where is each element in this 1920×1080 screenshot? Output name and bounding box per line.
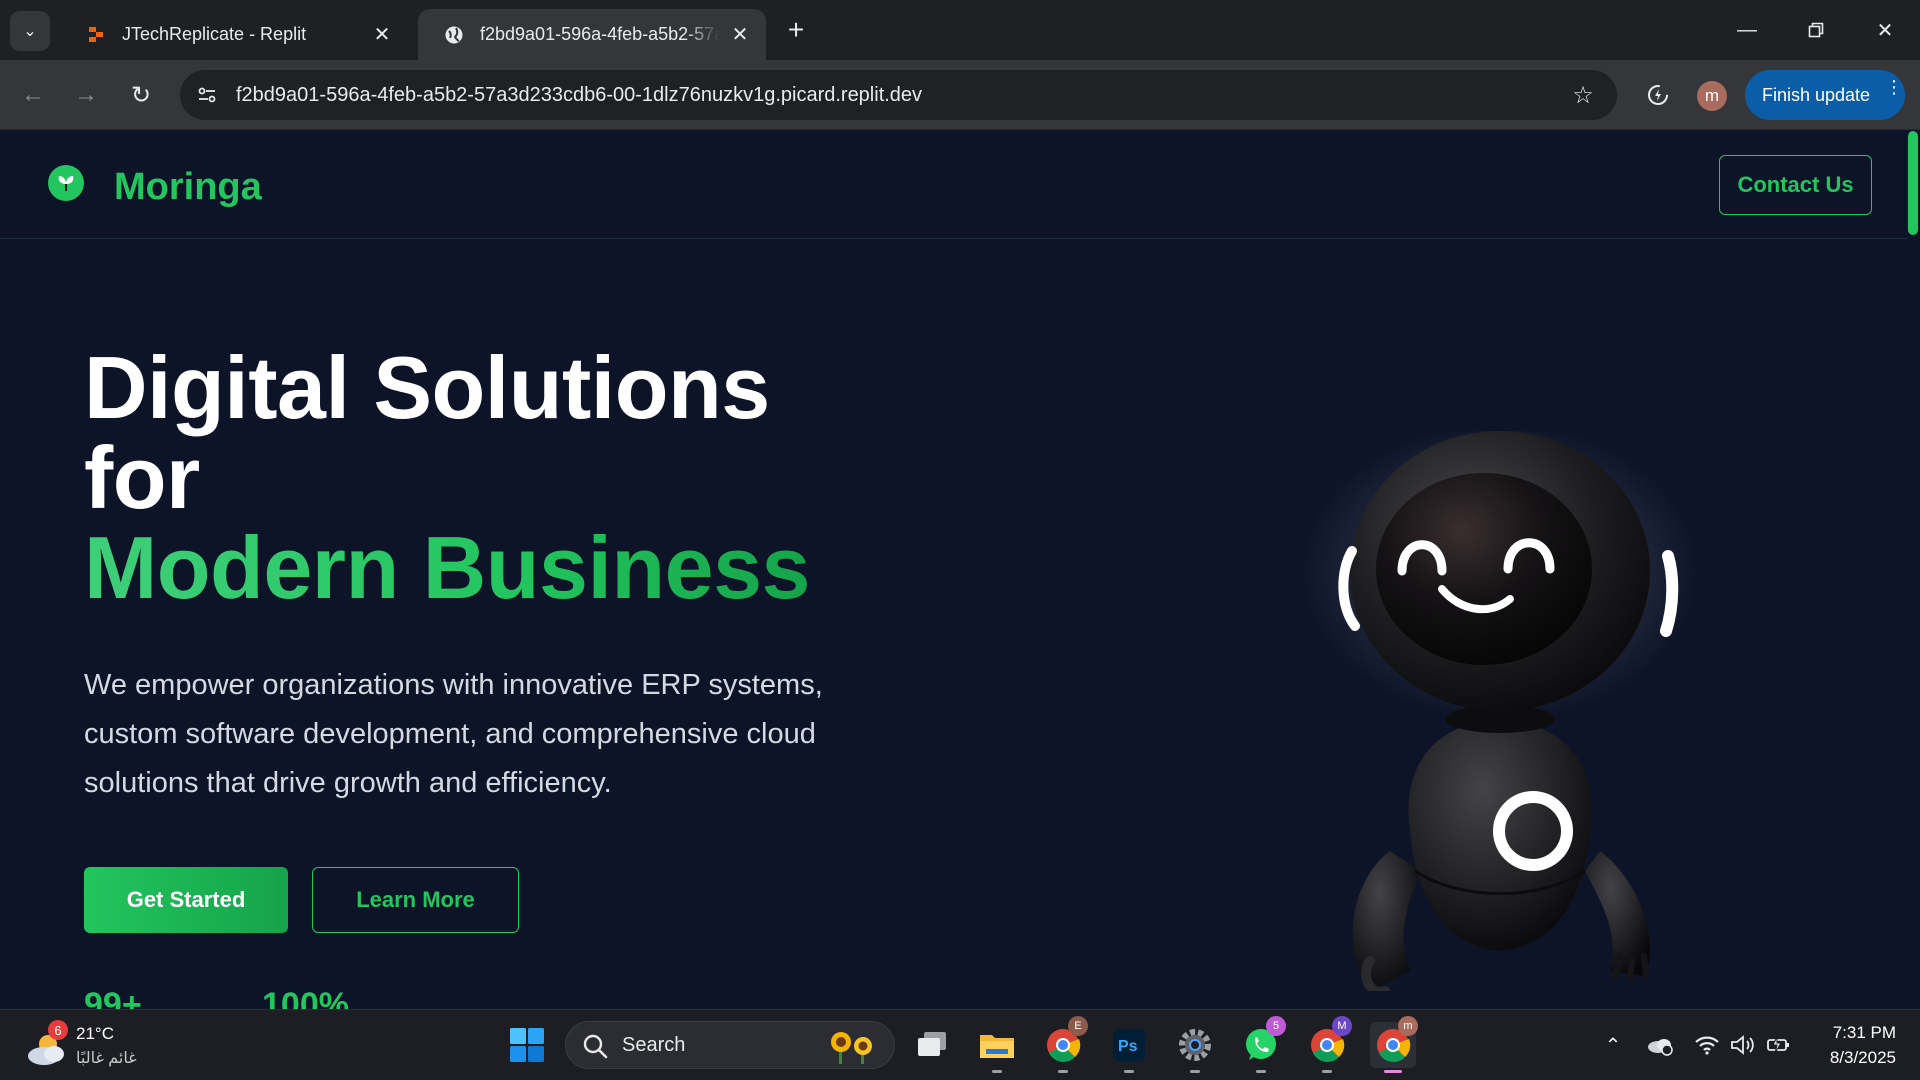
show-hidden-icons[interactable]: ⌃ xyxy=(1596,1028,1630,1062)
tab-title: f2bd9a01-596a-4feb-a5b2-57a3d233cdb6 xyxy=(480,24,720,44)
task-view-icon xyxy=(918,1032,946,1056)
windows-taskbar: 6 21°C غائم غالبًا Search E Ps 5 M m ⌃ 7… xyxy=(0,1009,1920,1080)
taskbar-app-whatsapp[interactable]: 5 xyxy=(1238,1016,1286,1073)
browser-tab-strip: ⌄ JTechReplicate - Replit ✕ f2bd9a01-596… xyxy=(0,0,1920,60)
profile-badge: E xyxy=(1068,1016,1088,1036)
system-clock[interactable]: 7:31 PM 8/3/2025 xyxy=(1806,1020,1896,1070)
tab-search-button[interactable]: ⌄ xyxy=(10,11,50,51)
back-button[interactable]: ← xyxy=(13,75,53,115)
windows-logo-icon xyxy=(510,1028,544,1062)
battery-charging-icon[interactable] xyxy=(1762,1028,1796,1062)
folder-icon xyxy=(980,1035,1014,1058)
sunflower-icon xyxy=(831,1032,872,1064)
taskbar-app-chrome-e[interactable]: E xyxy=(1040,1016,1088,1073)
profile-badge: m xyxy=(1398,1016,1418,1036)
robot-illustration xyxy=(1300,431,1700,991)
site-settings-icon[interactable] xyxy=(192,80,222,110)
taskbar-app-file-explorer[interactable] xyxy=(974,1022,1020,1073)
arrow-right-icon: → xyxy=(74,81,98,108)
bookmark-star-icon[interactable]: ☆ xyxy=(1563,75,1603,115)
new-tab-button[interactable]: + xyxy=(780,14,812,46)
weather-widget[interactable]: 6 21°C غائم غالبًا xyxy=(24,1018,154,1074)
site-header: Moringa Contact Us xyxy=(0,131,1908,239)
clock-date: 8/3/2025 xyxy=(1829,1048,1896,1067)
weather-condition: غائم غالبًا xyxy=(76,1050,137,1067)
volume-icon[interactable] xyxy=(1725,1028,1759,1062)
finish-update-label: Finish update xyxy=(1762,84,1871,105)
globe-icon xyxy=(444,25,464,45)
start-button[interactable] xyxy=(504,1022,550,1068)
clock-time: 7:31 PM xyxy=(1832,1023,1896,1042)
taskbar-app-chrome-m[interactable]: m xyxy=(1370,1016,1418,1073)
tab-replit[interactable]: JTechReplicate - Replit ✕ xyxy=(60,9,408,60)
tab-title: JTechReplicate - Replit xyxy=(122,24,307,44)
onedrive-icon[interactable] xyxy=(1643,1028,1677,1062)
replit-icon xyxy=(86,25,106,45)
more-vert-icon: ⋮ xyxy=(1885,77,1903,97)
close-icon: ✕ xyxy=(1876,19,1894,42)
notification-badge: 5 xyxy=(1266,1016,1286,1036)
stat-value: 100% xyxy=(262,986,349,1009)
forward-button[interactable]: → xyxy=(66,75,106,115)
close-icon[interactable]: ✕ xyxy=(728,23,752,47)
taskbar-app-task-view[interactable] xyxy=(909,1022,955,1068)
contact-us-button[interactable]: Contact Us xyxy=(1719,155,1872,215)
svg-text:Ps: Ps xyxy=(1118,1038,1138,1055)
reload-button[interactable]: ↻ xyxy=(121,75,161,115)
performance-icon[interactable] xyxy=(1638,75,1678,115)
brand-name[interactable]: Moringa xyxy=(114,166,262,209)
weather-badge: 6 xyxy=(48,1020,68,1040)
gear-icon xyxy=(1179,1029,1211,1061)
leaf-logo-icon xyxy=(48,165,84,201)
chevron-up-icon: ⌃ xyxy=(1604,1034,1622,1057)
photoshop-icon: Ps xyxy=(1113,1029,1145,1061)
hero-title-line2: for xyxy=(84,428,200,527)
learn-more-button[interactable]: Learn More xyxy=(312,867,519,933)
wifi-icon[interactable] xyxy=(1690,1028,1724,1062)
weather-temp: 21°C xyxy=(76,1024,114,1043)
minimize-button[interactable]: — xyxy=(1720,8,1774,52)
restore-button[interactable] xyxy=(1789,8,1843,52)
taskbar-search[interactable]: Search xyxy=(565,1021,895,1069)
scrollbar[interactable] xyxy=(1908,131,1918,235)
taskbar-app-settings[interactable] xyxy=(1172,1022,1218,1073)
web-page: Moringa Contact Us Digital Solutions for… xyxy=(0,131,1920,1009)
close-icon[interactable]: ✕ xyxy=(370,23,394,47)
get-started-button[interactable]: Get Started xyxy=(84,867,288,933)
reload-icon: ↻ xyxy=(130,81,152,109)
minimize-icon: — xyxy=(1737,18,1757,41)
chevron-down-icon: ⌄ xyxy=(23,23,37,40)
browser-toolbar: ← → ↻ f2bd9a01-596a-4feb-a5b2-57a3d233cd… xyxy=(0,60,1920,130)
plus-icon: + xyxy=(787,14,805,45)
profile-badge: M xyxy=(1332,1016,1352,1036)
tab-preview[interactable]: f2bd9a01-596a-4feb-a5b2-57a3d233cdb6 ✕ xyxy=(418,9,766,60)
url-text[interactable]: f2bd9a01-596a-4feb-a5b2-57a3d233cdb6-00-… xyxy=(236,84,1563,107)
profile-avatar[interactable]: m xyxy=(1697,81,1727,111)
hero-title-accent: Modern Business xyxy=(84,518,810,617)
hero-title: Digital Solutions for Modern Business xyxy=(84,343,810,613)
restore-icon xyxy=(1808,22,1824,38)
hero-description: We empower organizations with innovative… xyxy=(84,669,823,799)
search-icon xyxy=(583,1034,608,1059)
finish-update-button[interactable]: Finish update ⋮ xyxy=(1745,70,1905,120)
taskbar-app-chrome-m-purple[interactable]: M xyxy=(1304,1016,1352,1073)
taskbar-app-photoshop[interactable]: Ps xyxy=(1106,1022,1152,1073)
close-window-button[interactable]: ✕ xyxy=(1858,8,1912,52)
address-bar[interactable]: f2bd9a01-596a-4feb-a5b2-57a3d233cdb6-00-… xyxy=(180,70,1617,120)
search-label: Search xyxy=(622,1034,686,1056)
hero-title-line1: Digital Solutions xyxy=(84,338,770,437)
stat-value: 99+ xyxy=(84,986,142,1009)
arrow-left-icon: ← xyxy=(21,81,45,108)
